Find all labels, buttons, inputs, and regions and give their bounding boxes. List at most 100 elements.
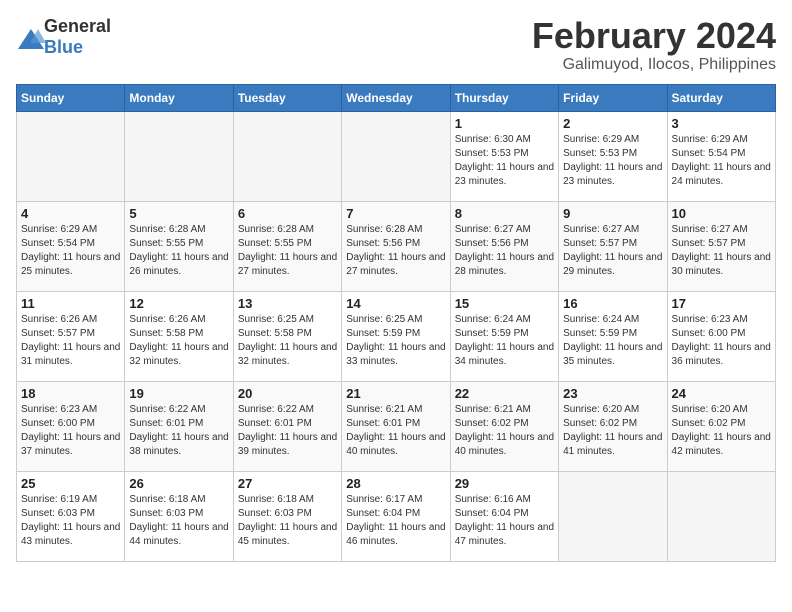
logo-general: General <box>44 16 111 36</box>
day-info: Sunrise: 6:23 AMSunset: 6:00 PMDaylight:… <box>21 403 120 459</box>
day-number: 23 <box>563 386 662 401</box>
day-info: Sunrise: 6:17 AMSunset: 6:04 PMDaylight:… <box>346 493 445 549</box>
day-cell: 15 Sunrise: 6:24 AMSunset: 5:59 PMDayligh… <box>450 291 558 381</box>
day-number: 5 <box>129 206 228 221</box>
day-cell: 2 Sunrise: 6:29 AMSunset: 5:53 PMDaylight… <box>559 111 667 201</box>
day-number: 13 <box>238 296 337 311</box>
header: General Blue February 2024 Galimuyod, Il… <box>16 16 776 74</box>
day-info: Sunrise: 6:27 AMSunset: 5:57 PMDaylight:… <box>672 223 771 279</box>
day-number: 3 <box>672 116 771 131</box>
title-area: February 2024 Galimuyod, Ilocos, Philipp… <box>532 16 776 74</box>
week-row-1: 1 Sunrise: 6:30 AMSunset: 5:53 PMDaylight… <box>17 111 776 201</box>
day-info: Sunrise: 6:27 AMSunset: 5:56 PMDaylight:… <box>455 223 554 279</box>
day-cell: 25Sunrise: 6:19 AMSunset: 6:03 PMDayligh… <box>17 471 125 561</box>
day-number: 16 <box>563 296 662 311</box>
day-number: 27 <box>238 476 337 491</box>
col-thursday: Thursday <box>450 84 558 111</box>
day-info: Sunrise: 6:27 AMSunset: 5:57 PMDaylight:… <box>563 223 662 279</box>
day-number: 14 <box>346 296 445 311</box>
day-cell: 3 Sunrise: 6:29 AMSunset: 5:54 PMDaylight… <box>667 111 775 201</box>
day-cell: 27 Sunrise: 6:18 AMSunset: 6:03 PMDayligh… <box>233 471 341 561</box>
day-number: 1 <box>455 116 554 131</box>
day-info: Sunrise: 6:26 AMSunset: 5:57 PMDaylight:… <box>21 313 120 369</box>
day-cell: 28 Sunrise: 6:17 AMSunset: 6:04 PMDayligh… <box>342 471 450 561</box>
col-friday: Friday <box>559 84 667 111</box>
col-tuesday: Tuesday <box>233 84 341 111</box>
day-cell: 26Sunrise: 6:18 AMSunset: 6:03 PMDayligh… <box>125 471 233 561</box>
day-cell: 29Sunrise: 6:16 AMSunset: 6:04 PMDayligh… <box>450 471 558 561</box>
day-number: 4 <box>21 206 120 221</box>
day-info: Sunrise: 6:20 AMSunset: 6:02 PMDaylight:… <box>563 403 662 459</box>
day-cell: 17Sunrise: 6:23 AMSunset: 6:00 PMDayligh… <box>667 291 775 381</box>
day-info: Sunrise: 6:25 AMSunset: 5:58 PMDaylight:… <box>238 313 337 369</box>
day-cell: 19 Sunrise: 6:22 AMSunset: 6:01 PMDayligh… <box>125 381 233 471</box>
logo-blue: Blue <box>44 37 83 57</box>
col-monday: Monday <box>125 84 233 111</box>
day-number: 28 <box>346 476 445 491</box>
day-cell: 4 Sunrise: 6:29 AMSunset: 5:54 PMDaylight… <box>17 201 125 291</box>
day-number: 8 <box>455 206 554 221</box>
day-info: Sunrise: 6:22 AMSunset: 6:01 PMDaylight:… <box>129 403 228 459</box>
day-cell: 21 Sunrise: 6:21 AMSunset: 6:01 PMDayligh… <box>342 381 450 471</box>
day-cell: 18 Sunrise: 6:23 AMSunset: 6:00 PMDayligh… <box>17 381 125 471</box>
day-info: Sunrise: 6:21 AMSunset: 6:01 PMDaylight:… <box>346 403 445 459</box>
day-info: Sunrise: 6:24 AMSunset: 5:59 PMDaylight:… <box>563 313 662 369</box>
day-cell: 1 Sunrise: 6:30 AMSunset: 5:53 PMDaylight… <box>450 111 558 201</box>
month-title: February 2024 <box>532 16 776 56</box>
day-number: 20 <box>238 386 337 401</box>
col-sunday: Sunday <box>17 84 125 111</box>
day-number: 15 <box>455 296 554 311</box>
day-cell <box>342 111 450 201</box>
day-number: 11 <box>21 296 120 311</box>
week-row-3: 11 Sunrise: 6:26 AMSunset: 5:57 PMDayligh… <box>17 291 776 381</box>
day-info: Sunrise: 6:30 AMSunset: 5:53 PMDaylight:… <box>455 133 554 189</box>
day-cell <box>125 111 233 201</box>
col-wednesday: Wednesday <box>342 84 450 111</box>
day-info: Sunrise: 6:18 AMSunset: 6:03 PMDaylight:… <box>238 493 337 549</box>
day-cell <box>233 111 341 201</box>
day-cell <box>17 111 125 201</box>
day-info: Sunrise: 6:23 AMSunset: 6:00 PMDaylight:… <box>672 313 771 369</box>
day-info: Sunrise: 6:26 AMSunset: 5:58 PMDaylight:… <box>129 313 228 369</box>
day-info: Sunrise: 6:24 AMSunset: 5:59 PMDaylight:… <box>455 313 554 369</box>
day-info: Sunrise: 6:29 AMSunset: 5:53 PMDaylight:… <box>563 133 662 189</box>
day-cell <box>559 471 667 561</box>
calendar-body: 1 Sunrise: 6:30 AMSunset: 5:53 PMDaylight… <box>17 111 776 561</box>
day-number: 18 <box>21 386 120 401</box>
day-number: 22 <box>455 386 554 401</box>
day-cell: 5 Sunrise: 6:28 AMSunset: 5:55 PMDaylight… <box>125 201 233 291</box>
day-number: 2 <box>563 116 662 131</box>
day-number: 29 <box>455 476 554 491</box>
logo: General Blue <box>16 16 111 58</box>
header-row: Sunday Monday Tuesday Wednesday Thursday… <box>17 84 776 111</box>
day-number: 7 <box>346 206 445 221</box>
day-cell: 24Sunrise: 6:20 AMSunset: 6:02 PMDayligh… <box>667 381 775 471</box>
calendar-table: Sunday Monday Tuesday Wednesday Thursday… <box>16 84 776 562</box>
day-cell: 7 Sunrise: 6:28 AMSunset: 5:56 PMDaylight… <box>342 201 450 291</box>
day-info: Sunrise: 6:18 AMSunset: 6:03 PMDaylight:… <box>129 493 228 549</box>
day-info: Sunrise: 6:22 AMSunset: 6:01 PMDaylight:… <box>238 403 337 459</box>
day-info: Sunrise: 6:21 AMSunset: 6:02 PMDaylight:… <box>455 403 554 459</box>
day-number: 19 <box>129 386 228 401</box>
logo-icon <box>16 27 40 47</box>
location-title: Galimuyod, Ilocos, Philippines <box>532 56 776 74</box>
day-info: Sunrise: 6:28 AMSunset: 5:55 PMDaylight:… <box>129 223 228 279</box>
week-row-5: 25Sunrise: 6:19 AMSunset: 6:03 PMDayligh… <box>17 471 776 561</box>
day-cell: 14 Sunrise: 6:25 AMSunset: 5:59 PMDayligh… <box>342 291 450 381</box>
day-number: 24 <box>672 386 771 401</box>
day-info: Sunrise: 6:29 AMSunset: 5:54 PMDaylight:… <box>672 133 771 189</box>
day-number: 12 <box>129 296 228 311</box>
day-number: 25 <box>21 476 120 491</box>
day-cell: 6Sunrise: 6:28 AMSunset: 5:55 PMDaylight… <box>233 201 341 291</box>
day-cell: 10Sunrise: 6:27 AMSunset: 5:57 PMDayligh… <box>667 201 775 291</box>
day-number: 6 <box>238 206 337 221</box>
week-row-4: 18 Sunrise: 6:23 AMSunset: 6:00 PMDayligh… <box>17 381 776 471</box>
day-info: Sunrise: 6:29 AMSunset: 5:54 PMDaylight:… <box>21 223 120 279</box>
day-cell: 11 Sunrise: 6:26 AMSunset: 5:57 PMDayligh… <box>17 291 125 381</box>
day-cell: 22 Sunrise: 6:21 AMSunset: 6:02 PMDayligh… <box>450 381 558 471</box>
day-cell: 8 Sunrise: 6:27 AMSunset: 5:56 PMDaylight… <box>450 201 558 291</box>
day-number: 21 <box>346 386 445 401</box>
day-info: Sunrise: 6:28 AMSunset: 5:56 PMDaylight:… <box>346 223 445 279</box>
day-info: Sunrise: 6:25 AMSunset: 5:59 PMDaylight:… <box>346 313 445 369</box>
day-number: 9 <box>563 206 662 221</box>
